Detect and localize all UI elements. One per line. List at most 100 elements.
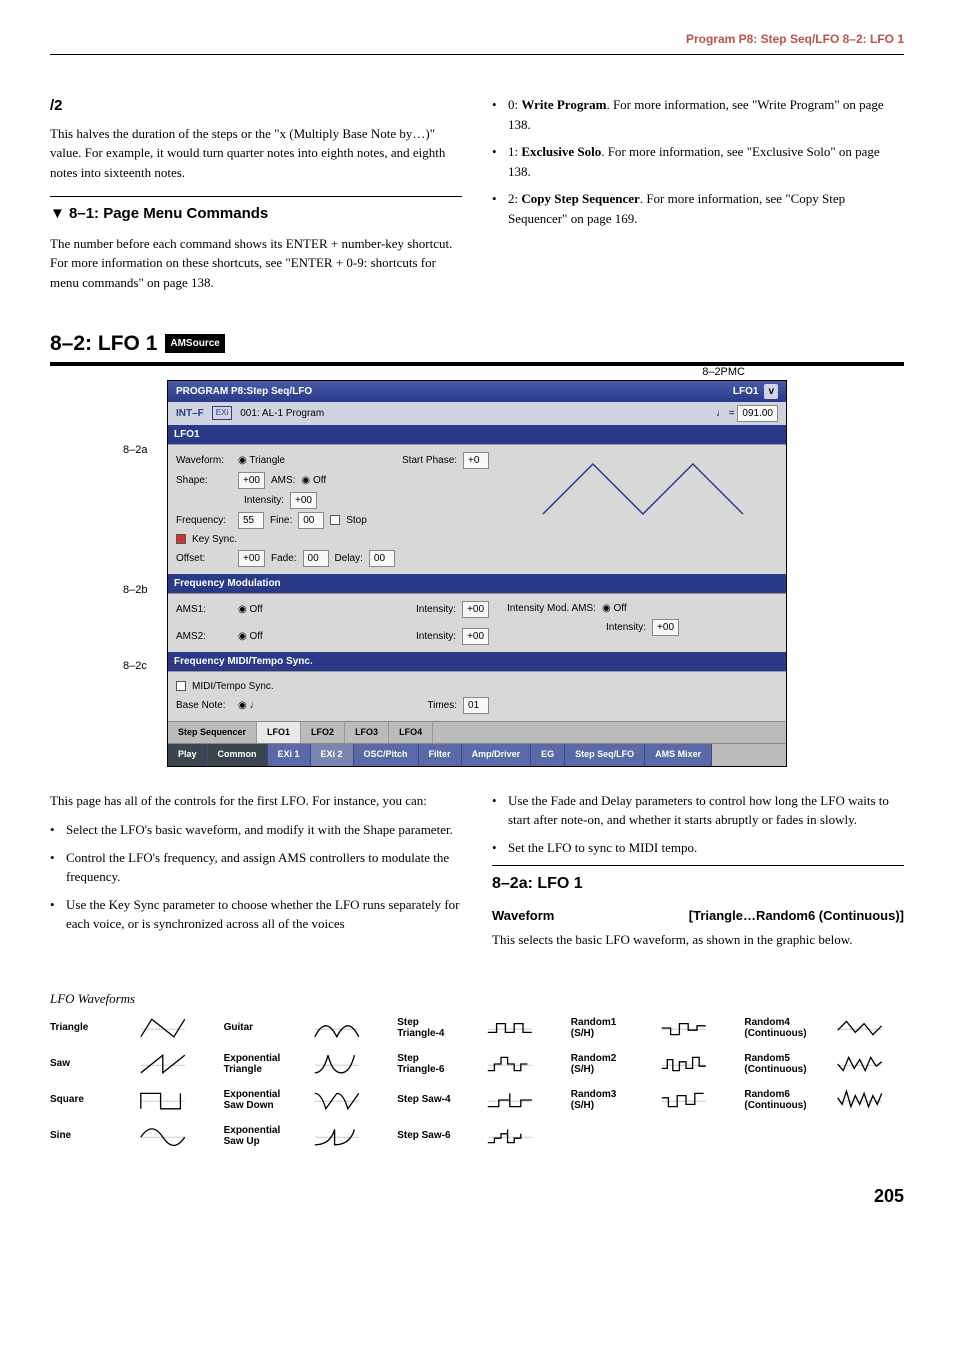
- feature-item: Set the LFO to sync to MIDI tempo.: [492, 838, 904, 858]
- wave-icon: [116, 1053, 210, 1075]
- offset-label: Offset:: [176, 551, 232, 566]
- tab-lfo4[interactable]: LFO4: [389, 722, 433, 744]
- times-label: Times:: [427, 698, 457, 713]
- midisync-section-label: Frequency MIDI/Tempo Sync.: [168, 652, 786, 671]
- wave-item: Random2 (S/H): [571, 1053, 731, 1075]
- freqmod-panel: AMS1: Off Intensity: +00 AMS2: Off Inten…: [168, 593, 786, 652]
- tempo-field[interactable]: ♩ = 091.00: [716, 405, 778, 422]
- fade-label: Fade:: [271, 551, 297, 566]
- fade-value[interactable]: 00: [303, 550, 329, 567]
- intro-text: This page has all of the controls for th…: [50, 791, 462, 811]
- lfo1-section-label: LFO1: [168, 425, 786, 444]
- menu-dropdown-icon[interactable]: v: [764, 384, 778, 399]
- tempo-value[interactable]: 091.00: [737, 405, 778, 422]
- ams1-select[interactable]: Off: [238, 602, 263, 617]
- tab-step-seq-lfo[interactable]: Step Seq/LFO: [565, 744, 645, 766]
- tab-lfo3[interactable]: LFO3: [345, 722, 389, 744]
- wave-item: Saw: [50, 1053, 210, 1075]
- midisync-label: MIDI/Tempo Sync.: [192, 679, 274, 694]
- delay-value[interactable]: 00: [369, 550, 395, 567]
- tab-exi-1[interactable]: EXi 1: [268, 744, 311, 766]
- feature-item: Control the LFO's frequency, and assign …: [50, 848, 462, 887]
- tab-osc-pitch[interactable]: OSC/Pitch: [354, 744, 419, 766]
- tab-common[interactable]: Common: [208, 744, 268, 766]
- startphase-label: Start Phase:: [402, 453, 457, 468]
- wave-name: Guitar: [224, 1022, 282, 1033]
- callout-8-2c: 8–2c: [123, 658, 147, 675]
- waveform-select[interactable]: Triangle: [238, 453, 285, 468]
- fine-value[interactable]: 00: [298, 512, 324, 529]
- wave-icon: [290, 1017, 384, 1039]
- screenshot-wrapper: 8–2PMC 8–2a 8–2b 8–2c PROGRAM P8:Step Se…: [167, 380, 787, 767]
- running-header: Program P8: Step Seq/LFO 8–2: LFO 1: [50, 30, 904, 55]
- stop-checkbox[interactable]: [330, 515, 340, 525]
- wave-item: Random1 (S/H): [571, 1017, 731, 1039]
- imint-value[interactable]: +00: [652, 619, 679, 636]
- delay-label: Delay:: [335, 551, 363, 566]
- program-name[interactable]: 001: AL-1 Program: [240, 406, 324, 421]
- ams2-select[interactable]: Off: [238, 629, 263, 644]
- tab-exi-2[interactable]: EXi 2: [311, 744, 354, 766]
- wave-icon: [463, 1125, 557, 1147]
- ams1-int-value[interactable]: +00: [462, 601, 489, 618]
- tab-eg[interactable]: EG: [531, 744, 565, 766]
- keysync-label: Key Sync.: [192, 532, 237, 547]
- startphase-value[interactable]: +0: [463, 452, 489, 469]
- callout-8-2a: 8–2a: [123, 442, 147, 459]
- times-value[interactable]: 01: [463, 697, 489, 714]
- amsource-badge: AMSource: [165, 334, 224, 353]
- menu-command-list: 0: Write Program. For more information, …: [492, 95, 904, 228]
- bank-label: INT–F: [176, 406, 204, 421]
- ams2-int-value[interactable]: +00: [462, 628, 489, 645]
- midisync-checkbox[interactable]: [176, 681, 186, 691]
- rule: [50, 196, 462, 197]
- tab-lfo2[interactable]: LFO2: [301, 722, 345, 744]
- intro-columns: /2 This halves the duration of the steps…: [50, 95, 904, 302]
- sec-8-2a-title: 8–2a: LFO 1: [492, 865, 904, 896]
- imams-select[interactable]: Off: [602, 601, 627, 616]
- wave-icon: [116, 1017, 210, 1039]
- wave-name: Exponential Triangle: [224, 1053, 282, 1075]
- lower-tabs: PlayCommonEXi 1EXi 2OSC/PitchFilterAmp/D…: [168, 743, 786, 766]
- menu-command-item: 0: Write Program. For more information, …: [492, 95, 904, 134]
- wave-name: Step Saw-6: [397, 1130, 455, 1141]
- ams1-int-label: Intensity:: [416, 602, 456, 617]
- half-title: /2: [50, 95, 462, 118]
- upper-tabs: Step SequencerLFO1LFO2LFO3LFO4: [168, 721, 786, 744]
- right-col: 0: Write Program. For more information, …: [492, 95, 904, 302]
- midisync-panel: MIDI/Tempo Sync. Base Note: ♩ Times: 01: [168, 671, 786, 721]
- wave-item: Random5 (Continuous): [744, 1053, 904, 1075]
- freq-label: Frequency:: [176, 513, 232, 528]
- menu-heading: 8–1: Page Menu Commands: [50, 203, 462, 226]
- exi-badge: EXi: [212, 406, 232, 420]
- tab-filter[interactable]: Filter: [419, 744, 462, 766]
- offset-value[interactable]: +00: [238, 550, 265, 567]
- ams2-int-label: Intensity:: [416, 629, 456, 644]
- wave-name: Random4 (Continuous): [744, 1017, 806, 1039]
- tab-step-sequencer[interactable]: Step Sequencer: [168, 722, 257, 744]
- tab-play[interactable]: Play: [168, 744, 208, 766]
- basenote-select[interactable]: ♩: [238, 698, 260, 713]
- ams-select[interactable]: Off: [301, 473, 326, 488]
- intensity-value[interactable]: +00: [290, 492, 317, 509]
- imams-label: Intensity Mod. AMS:: [507, 601, 596, 616]
- wave-icon: [815, 1017, 904, 1039]
- tab-lfo1[interactable]: LFO1: [257, 722, 301, 744]
- keysync-checkbox[interactable]: [176, 534, 186, 544]
- freq-value[interactable]: 55: [238, 512, 264, 529]
- waveform-label: Waveform:: [176, 453, 232, 468]
- wave-item: Exponential Saw Up: [224, 1125, 384, 1147]
- fine-label: Fine:: [270, 513, 292, 528]
- basenote-label: Base Note:: [176, 698, 232, 713]
- wave-item: Exponential Saw Down: [224, 1089, 384, 1111]
- tab-ams-mixer[interactable]: AMS Mixer: [645, 744, 712, 766]
- wave-icon: [637, 1089, 731, 1111]
- ams1-label: AMS1:: [176, 602, 232, 617]
- ams-label: AMS:: [271, 473, 295, 488]
- callout-8-2b: 8–2b: [123, 582, 147, 599]
- tab-amp-driver[interactable]: Amp/Driver: [462, 744, 532, 766]
- wave-icon: [815, 1053, 904, 1075]
- intensity-label: Intensity:: [244, 493, 284, 508]
- shape-value[interactable]: +00: [238, 472, 265, 489]
- waveforms-grid: TriangleSawSquareSineGuitarExponential T…: [50, 1017, 904, 1161]
